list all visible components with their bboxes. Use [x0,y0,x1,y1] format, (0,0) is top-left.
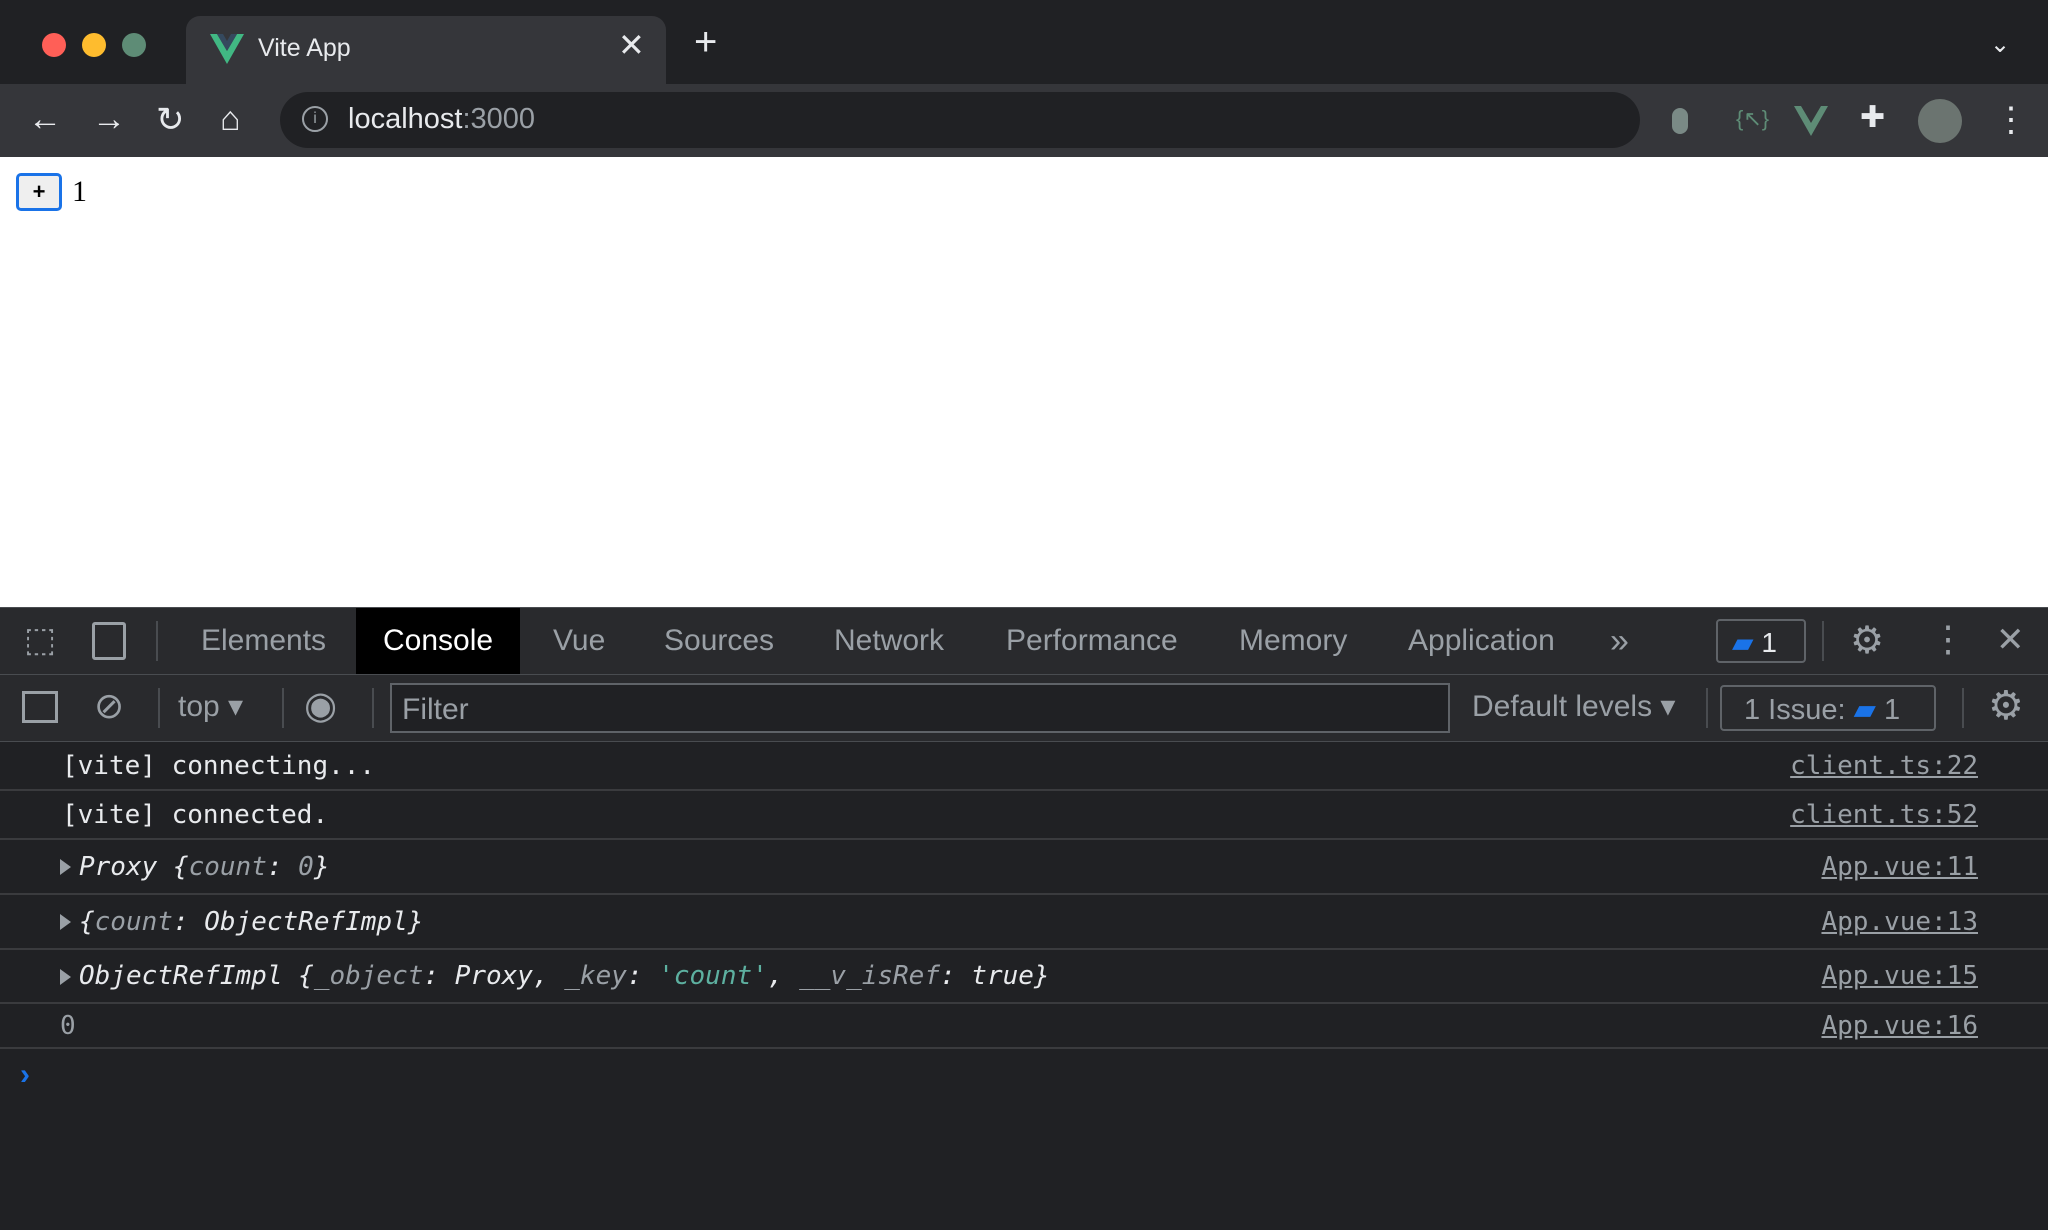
close-tab-icon[interactable]: ✕ [618,26,645,64]
minimize-window-button[interactable] [82,33,106,57]
device-toolbar-icon[interactable] [92,622,126,660]
console-row[interactable]: {count: ObjectRefImpl} App.vue:13 [0,895,2048,950]
zoom-window-button[interactable] [122,33,146,57]
tab-memory[interactable]: Memory [1212,608,1374,674]
console-row: [vite] connecting... client.ts:22 [0,742,2048,791]
divider [158,688,160,728]
expand-triangle-icon[interactable] [60,859,71,875]
page-content: + 1 [0,157,2048,607]
browser-tab[interactable]: Vite App ✕ [186,16,666,84]
close-devtools-icon[interactable]: ✕ [1996,620,2025,660]
console-row: [vite] connected. client.ts:52 [0,791,2048,840]
extension-bug-icon[interactable] [1672,108,1688,134]
console-toolbar: ⊘ top ▾ ◉ Filter Default levels ▾ 1 Issu… [0,675,2048,742]
console-settings-icon[interactable]: ⚙ [1988,683,2024,729]
increment-button[interactable]: + [16,173,62,211]
clear-console-icon[interactable]: ⊘ [94,685,124,727]
context-select[interactable]: top ▾ [178,689,243,724]
devtools-tabbar: ⬚ Elements Console Vue Sources Network P… [0,607,2048,675]
count-value: 1 [72,175,87,208]
site-info-icon[interactable]: i [302,106,328,132]
new-tab-icon[interactable]: + [694,22,717,62]
console-row: 0 App.vue:16 [0,1004,2048,1049]
url-text[interactable]: localhost:3000 [348,103,535,136]
source-link[interactable]: client.ts:22 [1790,751,1978,781]
settings-gear-icon[interactable]: ⚙ [1850,618,1884,663]
console-prompt-chevron-icon: › [20,1058,30,1091]
tab-performance[interactable]: Performance [979,608,1205,674]
profile-avatar[interactable] [1918,99,1962,143]
tab-network[interactable]: Network [807,608,971,674]
devtools-menu-icon[interactable]: ⋮ [1930,618,1966,660]
divider [1706,688,1708,728]
home-icon[interactable]: ⌂ [220,100,241,139]
tab-search-chevron-icon[interactable]: ⌄ [1990,30,2010,59]
divider [1822,621,1824,661]
vue-favicon-icon [210,34,244,64]
extensions-puzzle-icon[interactable]: ✚ [1860,100,1885,135]
messages-badge[interactable]: ▰ 1 [1716,619,1806,663]
back-icon[interactable]: ← [28,100,62,139]
tab-title: Vite App [258,34,351,62]
source-link[interactable]: App.vue:15 [1821,961,1978,991]
tab-console[interactable]: Console [356,608,521,674]
source-link[interactable]: App.vue:11 [1821,852,1978,882]
filter-input[interactable]: Filter [390,683,1450,733]
extension-inspector-icon[interactable]: {↖} [1736,106,1769,132]
more-tabs-icon[interactable]: » [1610,622,1629,661]
console-row[interactable]: Proxy {count: 0} App.vue:11 [0,840,2048,895]
log-levels-select[interactable]: Default levels ▾ [1472,689,1676,724]
expand-triangle-icon[interactable] [60,968,71,985]
live-expression-eye-icon[interactable]: ◉ [304,683,337,728]
tab-vue[interactable]: Vue [526,608,632,674]
message-icon: ▰ [1732,627,1754,658]
sidebar-toggle-icon[interactable] [22,691,58,723]
vue-devtools-extension-icon[interactable] [1794,106,1828,136]
source-link[interactable]: App.vue:13 [1821,907,1978,937]
tab-sources[interactable]: Sources [637,608,801,674]
expand-triangle-icon[interactable] [60,914,71,930]
browser-menu-icon[interactable]: ⋮ [1994,100,2028,140]
console-input[interactable] [50,1055,2000,1205]
divider [156,621,158,661]
divider [372,688,374,728]
console-row[interactable]: ObjectRefImpl {_object: Proxy, _key: 'co… [0,950,2048,1004]
tab-application[interactable]: Application [1381,608,1582,674]
issues-button[interactable]: 1 Issue: ▰ 1 [1720,685,1936,731]
reload-icon[interactable]: ↻ [156,100,185,140]
source-link[interactable]: client.ts:52 [1790,800,1978,830]
divider [1962,688,1964,728]
source-link[interactable]: App.vue:16 [1821,1011,1978,1041]
issue-icon: ▰ [1853,694,1876,726]
divider [282,688,284,728]
tab-elements[interactable]: Elements [174,608,353,674]
inspect-element-icon[interactable]: ⬚ [24,620,56,660]
forward-icon[interactable]: → [92,100,126,139]
browser-tab-strip: Vite App ✕ + ⌄ [0,0,2048,84]
close-window-button[interactable] [42,33,66,57]
